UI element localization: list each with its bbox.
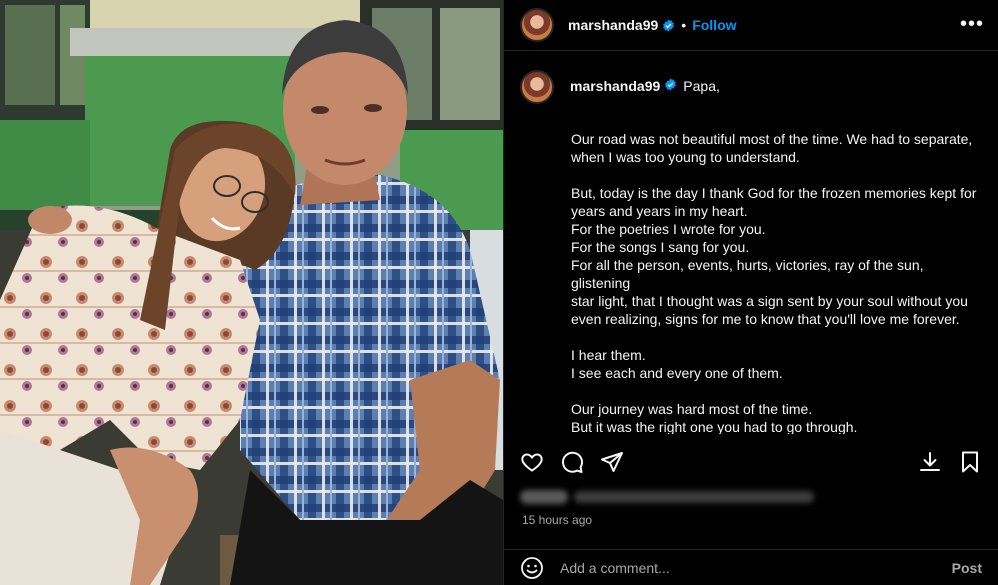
- caption-avatar[interactable]: [520, 70, 554, 104]
- post-timestamp[interactable]: 15 hours ago: [522, 513, 592, 527]
- bookmark-icon[interactable]: [958, 450, 982, 474]
- post-photo[interactable]: [0, 0, 503, 585]
- post-details-panel: marshanda99 • Follow ••• marshanda99 Pap…: [503, 0, 998, 585]
- comment-input[interactable]: [560, 559, 952, 576]
- liker-avatars-blurred: [520, 490, 568, 504]
- author-username[interactable]: marshanda99: [568, 17, 658, 33]
- heart-icon[interactable]: [520, 450, 544, 474]
- caption-username[interactable]: marshanda99: [570, 78, 660, 94]
- comment-bar: Post: [504, 549, 998, 585]
- caption-section: marshanda99 Papa, Our road was not beaut…: [504, 52, 998, 434]
- caption-text: Our road was not beautiful most of the t…: [571, 131, 977, 434]
- comment-icon[interactable]: [560, 450, 584, 474]
- more-options-icon[interactable]: •••: [960, 14, 984, 34]
- action-bar-right: [918, 450, 982, 474]
- likes-text-blurred: [574, 491, 814, 503]
- post-comment-button[interactable]: Post: [952, 560, 982, 576]
- verified-badge-icon: [665, 78, 677, 91]
- paper-plane-icon[interactable]: [600, 450, 624, 474]
- caption-header: marshanda99 Papa,: [520, 70, 982, 104]
- author-avatar[interactable]: [520, 8, 554, 42]
- download-icon[interactable]: [918, 450, 942, 474]
- likes-summary-blurred: [520, 486, 820, 508]
- follow-button[interactable]: Follow: [692, 17, 736, 33]
- verified-badge-icon: [663, 19, 675, 31]
- post-header: marshanda99 • Follow •••: [504, 0, 998, 51]
- caption-first-line: Papa,: [683, 78, 720, 94]
- smiley-icon[interactable]: [520, 556, 544, 580]
- action-bar: [504, 445, 998, 479]
- post-image: [0, 0, 503, 585]
- separator-dot: •: [681, 17, 687, 33]
